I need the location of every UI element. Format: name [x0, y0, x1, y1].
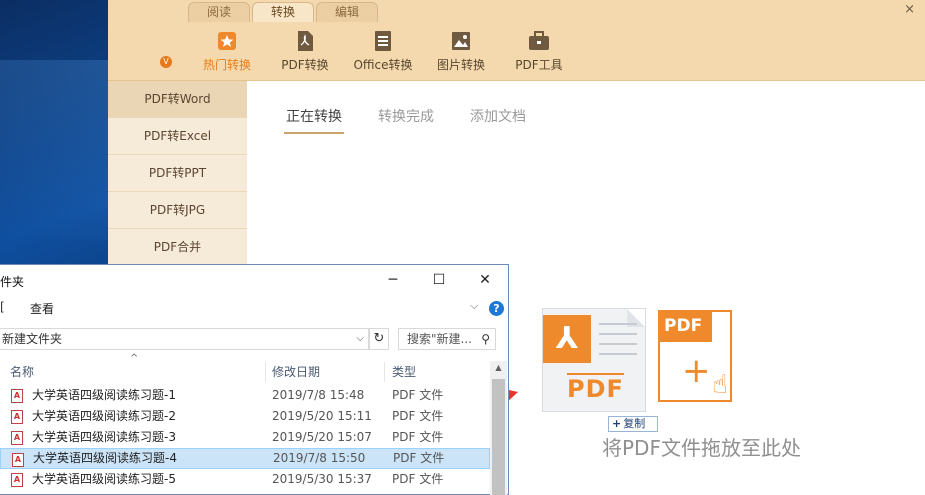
ribbon-tabs: 阅读 转换 编辑 [188, 2, 380, 22]
pdf-file-icon: A [12, 453, 24, 467]
close-icon[interactable]: ✕ [462, 265, 508, 295]
sidebar-item-pdf-to-excel[interactable]: PDF转Excel [108, 118, 247, 155]
sidebar-item-pdf-to-jpg[interactable]: PDF转JPG [108, 192, 247, 229]
pdf-file-icon: A [11, 410, 23, 424]
explorer-ribbon: [ 查看 ⌵ ? [0, 295, 508, 321]
help-icon[interactable]: ? [489, 301, 504, 316]
title-bar: 件夹 ─ ☐ ✕ [0, 265, 508, 295]
plus-icon: + [612, 417, 622, 430]
tool-hot-convert[interactable]: 热门转换 [188, 28, 266, 76]
file-type: PDF 文件 [393, 451, 445, 465]
ribbon: 阅读 转换 编辑 × V 热门转换 PDF转换 Office转换 图片转换 PD… [108, 0, 925, 81]
window-title: 件夹 [0, 275, 25, 289]
tool-label: PDF工具 [515, 58, 563, 72]
file-type: PDF 文件 [392, 388, 444, 402]
image-icon [450, 30, 472, 52]
file-type: PDF 文件 [392, 472, 444, 486]
ribbon-tab-partial[interactable]: [ [0, 300, 5, 314]
tool-pdf-tools[interactable]: PDF工具 [500, 28, 578, 76]
search-icon: ⚲ [481, 332, 490, 346]
close-icon[interactable]: × [904, 2, 915, 17]
star-icon [216, 30, 238, 52]
pdf-label: PDF [658, 310, 712, 342]
file-row[interactable]: A 大学英语四级阅读练习题-3 2019/5/20 15:07 PDF 文件 [0, 427, 490, 448]
tab-converting[interactable]: 正在转换 [284, 106, 344, 134]
sidebar-item-pdf-merge[interactable]: PDF合并 [108, 229, 247, 266]
document-icon [372, 30, 394, 52]
briefcase-icon [528, 30, 550, 52]
file-name: 大学英语四级阅读练习题-4 [33, 451, 177, 465]
tool-image-convert[interactable]: 图片转换 [422, 28, 500, 76]
tool-label: 热门转换 [202, 58, 251, 72]
file-type: PDF 文件 [392, 430, 444, 444]
file-row[interactable]: A 大学英语四级阅读练习题-1 2019/7/8 15:48 PDF 文件 [0, 385, 490, 406]
hand-pointer-icon: ☝ [712, 370, 728, 400]
tool-label: Office转换 [353, 58, 413, 72]
sidebar-item-pdf-to-ppt[interactable]: PDF转PPT [108, 155, 247, 192]
file-date: 2019/5/20 15:11 [272, 409, 372, 423]
tool-label: 图片转换 [436, 58, 485, 72]
file-type: PDF 文件 [392, 409, 444, 423]
refresh-icon[interactable]: ↻ [369, 328, 389, 350]
minimize-icon[interactable]: ─ [370, 265, 416, 295]
add-pdf-icon: PDF + ☝ [658, 310, 732, 402]
file-date: 2019/5/30 15:37 [272, 472, 372, 486]
drop-zone[interactable]: ⅄ PDF + 复制 PDF + ☝ 将PDF文件拖放至此处 [540, 308, 820, 460]
pdf-text: PDF [567, 373, 624, 403]
search-input[interactable]: 搜索"新建... ⚲ [398, 328, 496, 350]
column-header-type[interactable]: 类型 [392, 362, 490, 382]
file-row-selected[interactable]: A 大学英语四级阅读练习题-4 2019/7/8 15:50 PDF 文件 [0, 448, 490, 469]
chevron-down-icon[interactable]: ⌵ [356, 329, 364, 349]
pdf-file-icon: A [11, 473, 23, 487]
file-row[interactable]: A 大学英语四级阅读练习题-5 2019/5/30 15:37 PDF 文件 [0, 469, 490, 490]
copy-badge: + 复制 [608, 416, 658, 432]
drop-hint: 将PDF文件拖放至此处 [602, 436, 801, 460]
file-name: 大学英语四级阅读练习题-3 [32, 430, 176, 444]
dragged-pdf-icon: ⅄ PDF [542, 308, 646, 412]
tab-convert[interactable]: 转换 [252, 2, 314, 22]
pdf-file-icon: A [11, 431, 23, 445]
file-name: 大学英语四级阅读练习题-1 [32, 388, 176, 402]
plus-icon: + [682, 351, 711, 391]
tool-pdf-convert[interactable]: PDF转换 [266, 28, 344, 76]
file-date: 2019/7/8 15:48 [272, 388, 365, 402]
file-list: A 大学英语四级阅读练习题-1 2019/7/8 15:48 PDF 文件 A … [0, 385, 490, 490]
ribbon-tools: 热门转换 PDF转换 Office转换 图片转换 PDF工具 [188, 28, 578, 76]
file-date: 2019/5/20 15:07 [272, 430, 372, 444]
tab-edit[interactable]: 编辑 [316, 2, 378, 22]
scroll-thumb[interactable] [492, 379, 505, 495]
file-date: 2019/7/8 15:50 [273, 451, 366, 465]
address-bar[interactable]: 新建文件夹 ⌵ [0, 328, 369, 350]
file-name: 大学英语四级阅读练习题-5 [32, 472, 176, 486]
tab-add-document[interactable]: 添加文档 [468, 106, 528, 134]
pdf-icon [294, 30, 316, 52]
ribbon-tab-view[interactable]: 查看 [30, 300, 54, 317]
hot-badge-icon: V [160, 56, 172, 68]
tab-completed[interactable]: 转换完成 [376, 106, 436, 134]
tool-label: PDF转换 [281, 58, 329, 72]
sidebar-item-pdf-to-word[interactable]: PDF转Word [108, 81, 247, 118]
maximize-icon[interactable]: ☐ [416, 265, 462, 295]
column-header-name[interactable]: 名称 [10, 362, 266, 382]
file-row[interactable]: A 大学英语四级阅读练习题-2 2019/5/20 15:11 PDF 文件 [0, 406, 490, 427]
file-explorer-window: 件夹 ─ ☐ ✕ [ 查看 ⌵ ? 新建文件夹 ⌵ ↻ 搜索"新建... ⚲ ^… [0, 264, 509, 495]
file-name: 大学英语四级阅读练习题-2 [32, 409, 176, 423]
tool-office-convert[interactable]: Office转换 [344, 28, 422, 76]
pdf-file-icon: A [11, 389, 23, 403]
vertical-scrollbar[interactable]: ▲ [490, 361, 507, 495]
chevron-down-icon[interactable]: ⌵ [470, 299, 478, 313]
scroll-up-icon[interactable]: ▲ [490, 363, 507, 372]
column-header-date[interactable]: 修改日期 [272, 362, 385, 382]
content-tabs: 正在转换 转换完成 添加文档 [284, 106, 560, 134]
acrobat-icon: ⅄ [543, 315, 591, 363]
tab-read[interactable]: 阅读 [188, 2, 250, 22]
